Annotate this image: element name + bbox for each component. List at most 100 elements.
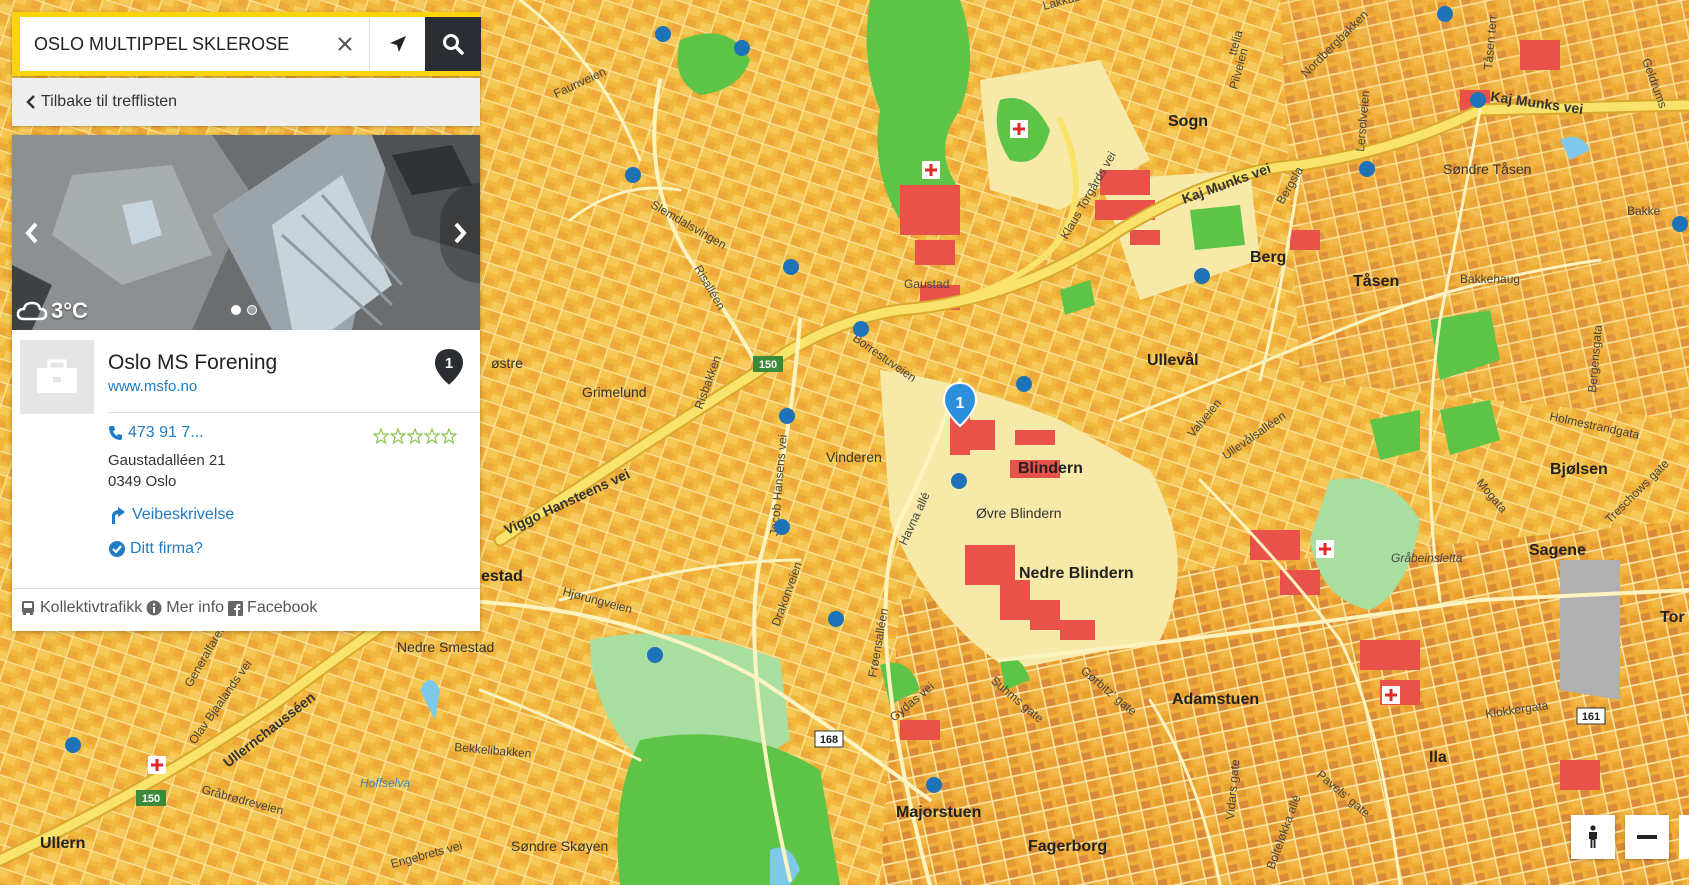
search-input[interactable] — [20, 17, 310, 71]
card-footer-links: Kollektivtrafikk Mer info Facebook — [20, 599, 317, 617]
locate-me-button[interactable] — [369, 17, 426, 71]
search-bar — [12, 12, 481, 76]
facebook-label: Facebook — [247, 599, 318, 616]
hospital-icon — [1316, 540, 1334, 558]
star-icon[interactable] — [407, 428, 423, 444]
hospital-icon — [1382, 686, 1400, 704]
photo-dot[interactable] — [247, 305, 257, 315]
bus-icon — [22, 601, 34, 615]
place-label-vinderen: Vinderen — [826, 449, 882, 465]
transit-stop-icon[interactable] — [1194, 268, 1210, 284]
zoom-out-button[interactable] — [1625, 815, 1669, 859]
transit-stop-icon[interactable] — [783, 259, 799, 275]
weather-temperature: 3°C — [51, 298, 88, 323]
weather-widget: 3°C — [16, 298, 88, 324]
place-label-bjolsen: Bjølsen — [1550, 461, 1608, 478]
svg-text:168: 168 — [820, 734, 838, 746]
place-label-ila: Ila — [1429, 749, 1447, 766]
rating-stars[interactable] — [373, 428, 457, 444]
place-label-sogn: Sogn — [1168, 113, 1208, 130]
place-label-nedre-blindern: Nedre Blindern — [1019, 565, 1134, 582]
place-label-tor: Tor — [1660, 609, 1685, 626]
more-info-label: Mer info — [166, 599, 225, 616]
transit-stop-icon[interactable] — [1437, 6, 1453, 22]
transit-stop-icon[interactable] — [926, 777, 942, 793]
star-icon[interactable] — [424, 428, 440, 444]
place-label-tasen: Tåsen — [1353, 272, 1399, 290]
place-label-smestad: estad — [481, 568, 523, 585]
place-label-ulleval: Ullevål — [1147, 351, 1199, 369]
transit-stop-icon[interactable] — [774, 519, 790, 535]
directions-icon — [112, 507, 125, 524]
location-arrow-icon — [390, 36, 406, 52]
transit-stop-icon[interactable] — [951, 473, 967, 489]
search-button[interactable] — [425, 17, 481, 71]
place-label-sondre-tasen: Søndre Tåsen — [1443, 161, 1531, 177]
zoom-in-button[interactable] — [1679, 815, 1689, 859]
place-label-grabeinsletta: Gråbeinsletta — [1391, 551, 1463, 565]
transit-stop-icon[interactable] — [853, 321, 869, 337]
place-label-sondre-skoyen: Søndre Skøyen — [511, 838, 608, 854]
transit-link-label: Kollektivtrafikk — [40, 599, 143, 616]
clear-search-button[interactable] — [320, 17, 369, 71]
briefcase-icon — [37, 359, 77, 393]
cloud-icon — [16, 301, 48, 321]
claim-business-link[interactable]: Ditt firma? — [108, 540, 203, 558]
hospital-icon — [148, 756, 166, 774]
transit-link[interactable]: Kollektivtrafikk — [20, 599, 142, 617]
more-info-link[interactable]: Mer info — [146, 599, 224, 617]
facebook-link[interactable]: Facebook — [228, 599, 317, 617]
place-label-majorstuen: Majorstuen — [896, 804, 981, 821]
place-label-grimelund: Grimelund — [582, 384, 647, 400]
address-street: Gaustadalléen 21 — [108, 452, 226, 469]
back-bar: Tilbake til trefflisten — [12, 78, 480, 126]
transit-stop-icon[interactable] — [65, 737, 81, 753]
transit-stop-icon[interactable] — [828, 611, 844, 627]
place-label-adamstuen: Adamstuen — [1172, 691, 1259, 708]
svg-text:150: 150 — [759, 359, 777, 371]
svg-text:161: 161 — [1582, 711, 1600, 723]
photo-prev-button[interactable] — [12, 183, 52, 283]
chevron-left-icon — [26, 95, 35, 109]
photo-dot[interactable] — [231, 305, 241, 315]
info-icon — [146, 600, 162, 616]
phone-number: 473 91 7... — [128, 424, 204, 441]
back-to-results-link[interactable]: Tilbake til trefflisten — [26, 93, 177, 111]
result-card: 3°C Oslo MS Forening www.msfo.no 1 473 9… — [12, 135, 480, 631]
star-icon[interactable] — [441, 428, 457, 444]
transit-stop-icon[interactable] — [1359, 161, 1375, 177]
chevron-left-icon — [25, 222, 38, 244]
transit-stop-icon[interactable] — [1016, 376, 1032, 392]
facebook-icon — [228, 600, 244, 616]
transit-stop-icon[interactable] — [779, 408, 795, 424]
place-label-ovre-blindern: Øvre Blindern — [976, 505, 1062, 521]
place-label-fagerborg: Fagerborg — [1028, 838, 1107, 855]
route-shield: 150 — [753, 356, 783, 372]
street-view-button[interactable] — [1571, 815, 1615, 859]
address-postal: 0349 Oslo — [108, 473, 177, 490]
place-label-bakke: Bakke — [1627, 204, 1661, 218]
transit-stop-icon[interactable] — [1470, 92, 1486, 108]
company-name: Oslo MS Forening — [108, 351, 278, 374]
route-shield: 150 — [136, 790, 166, 806]
transit-stop-icon[interactable] — [734, 40, 750, 56]
company-website-link[interactable]: www.msfo.no — [108, 378, 197, 395]
place-label-gaustad: Gaustad — [904, 277, 949, 291]
claim-label: Ditt firma? — [130, 540, 203, 557]
phone-icon — [109, 426, 122, 440]
transit-stop-icon[interactable] — [655, 26, 671, 42]
place-label-berg: Berg — [1250, 249, 1286, 266]
transit-stop-icon[interactable] — [647, 647, 663, 663]
star-icon[interactable] — [390, 428, 406, 444]
star-icon[interactable] — [373, 428, 389, 444]
back-link-label: Tilbake til trefflisten — [41, 93, 178, 110]
place-label-hoffselva: Hoffselva — [360, 776, 410, 790]
phone-link[interactable]: 473 91 7... — [108, 424, 204, 442]
chevron-right-icon — [454, 222, 467, 244]
card-divider — [12, 588, 480, 589]
directions-label: Veibeskrivelse — [132, 506, 235, 523]
transit-stop-icon[interactable] — [625, 167, 641, 183]
transit-stop-icon[interactable] — [1672, 216, 1688, 232]
place-label-blindern: Blindern — [1018, 460, 1083, 477]
directions-link[interactable]: Veibeskrivelse — [108, 505, 234, 525]
